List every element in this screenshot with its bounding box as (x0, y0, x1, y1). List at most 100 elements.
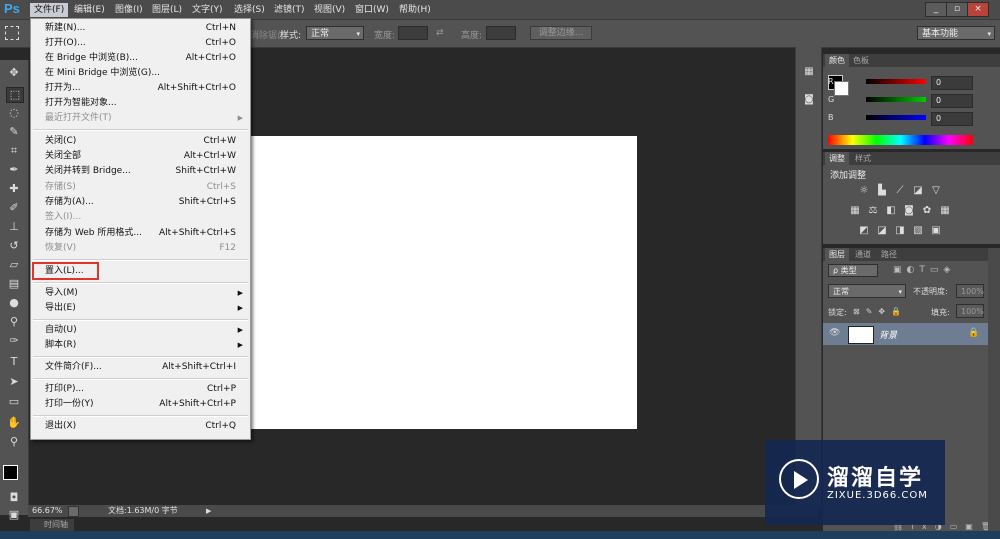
gradient-tool-icon[interactable]: ▤ (6, 277, 22, 291)
menu-import[interactable]: 导入(M) ▶ (31, 286, 250, 301)
blend-mode-select[interactable]: 正常 ▾ (828, 284, 906, 298)
eyedropper-tool-icon[interactable]: ✒ (6, 163, 22, 177)
height-field[interactable] (486, 26, 516, 40)
brightness-icon[interactable]: ☼ (858, 185, 870, 196)
menu-close-go-bridge[interactable]: 关闭并转到 Bridge... Shift+Ctrl+W (31, 164, 250, 179)
shape-tool-icon[interactable]: ▭ (6, 395, 22, 409)
menu-close-all[interactable]: 关闭全部 Alt+Ctrl+W (31, 149, 250, 164)
style-select[interactable]: 正常 ▾ (306, 26, 364, 40)
menu-help[interactable]: 帮助(H) (395, 3, 435, 17)
brush-tool-icon[interactable]: ✐ (6, 201, 22, 215)
menu-browse-bridge[interactable]: 在 Bridge 中浏览(B)... Alt+Ctrl+O (31, 51, 250, 66)
tab-paths[interactable]: 路径 (877, 248, 901, 261)
menu-new[interactable]: 新建(N)... Ctrl+N (31, 21, 250, 36)
menu-window[interactable]: 窗口(W) (351, 3, 393, 17)
menu-type[interactable]: 文字(Y) (188, 3, 227, 17)
crop-tool-icon[interactable]: ⌗ (6, 144, 22, 158)
hand-tool-icon[interactable]: ✋ (6, 416, 22, 430)
menu-file-info[interactable]: 文件简介(F)... Alt+Shift+Ctrl+I (31, 360, 250, 375)
menu-print[interactable]: 打印(P)... Ctrl+P (31, 382, 250, 397)
workspace-select[interactable]: 基本功能 ▾ (917, 26, 995, 40)
eraser-tool-icon[interactable]: ▱ (6, 258, 22, 272)
marquee-tool-icon[interactable]: ⬚ (6, 87, 24, 103)
channel-mixer-icon[interactable]: ✿ (921, 205, 933, 216)
layers-panel-scrollbar[interactable] (988, 248, 1000, 531)
dodge-tool-icon[interactable]: ⚲ (6, 315, 22, 329)
green-slider[interactable]: G 0 (828, 94, 988, 108)
status-options-icon[interactable] (68, 506, 79, 517)
move-tool-icon[interactable]: ✥ (6, 66, 22, 80)
fill-field[interactable]: 100% (956, 304, 984, 318)
zoom-level[interactable]: 66.67% (32, 505, 63, 517)
refine-edge-button[interactable]: 调整边缘... (530, 26, 592, 40)
menu-image[interactable]: 图像(I) (111, 3, 147, 17)
quick-mask-icon[interactable]: ◘ (6, 491, 22, 505)
marquee-preset-icon[interactable] (5, 26, 19, 40)
blur-tool-icon[interactable]: ● (6, 296, 22, 310)
screen-mode-icon[interactable]: ▣ (6, 508, 22, 522)
menu-exit[interactable]: 退出(X) Ctrl+Q (31, 419, 250, 434)
menu-check-in[interactable]: 签入(I)... (31, 210, 250, 225)
gradient-map-icon[interactable]: ▧ (912, 225, 924, 236)
tab-swatches[interactable]: 色板 (849, 54, 873, 67)
properties-panel-icon[interactable]: ◙ (802, 93, 816, 107)
swap-icon[interactable]: ⇄ (436, 28, 444, 38)
menu-layer[interactable]: 图层(L) (148, 3, 186, 17)
type-tool-icon[interactable]: T (6, 355, 22, 369)
healing-brush-tool-icon[interactable]: ✚ (6, 182, 22, 196)
layer-name[interactable]: 背景 (879, 328, 897, 341)
quick-select-tool-icon[interactable]: ✎ (6, 125, 22, 139)
blue-slider[interactable]: B 0 (828, 112, 988, 126)
menu-save-for-web[interactable]: 存储为 Web 所用格式... Alt+Shift+Ctrl+S (31, 226, 250, 241)
menu-open-as[interactable]: 打开为... Alt+Shift+Ctrl+O (31, 81, 250, 96)
layer-filter-select[interactable]: ρ 类型 (828, 264, 878, 277)
menu-print-one[interactable]: 打印一份(Y) Alt+Shift+Ctrl+P (31, 397, 250, 412)
menu-recent-files[interactable]: 最近打开文件(T) ▶ (31, 111, 250, 126)
selective-color-icon[interactable]: ▣ (930, 225, 942, 236)
menu-export[interactable]: 导出(E) ▶ (31, 301, 250, 316)
tab-layers[interactable]: 图层 (825, 248, 849, 261)
tab-adjustments[interactable]: 调整 (825, 152, 849, 165)
tab-styles[interactable]: 样式 (851, 152, 875, 165)
photo-filter-icon[interactable]: ◙ (903, 205, 915, 216)
red-slider[interactable]: R 0 (828, 76, 988, 90)
menu-revert[interactable]: 恢复(V) F12 (31, 241, 250, 256)
invert-icon[interactable]: ◩ (858, 225, 870, 236)
menu-close[interactable]: 关闭(C) Ctrl+W (31, 134, 250, 149)
menu-automate[interactable]: 自动(U) ▶ (31, 323, 250, 338)
menu-edit[interactable]: 编辑(E) (70, 3, 109, 17)
black-white-icon[interactable]: ◧ (885, 205, 897, 216)
foreground-color-swatch[interactable] (3, 465, 18, 480)
lock-icons[interactable]: ⊠✎✥🔒 (853, 307, 907, 316)
zoom-tool-icon[interactable]: ⚲ (6, 435, 22, 449)
opacity-field[interactable]: 100% (956, 284, 984, 298)
menu-save-as[interactable]: 存储为(A)... Shift+Ctrl+S (31, 195, 250, 210)
vibrance-icon[interactable]: ▽ (930, 185, 942, 196)
restore-button[interactable]: ▫ (946, 2, 968, 17)
color-balance-icon[interactable]: ⚖ (867, 205, 879, 216)
color-lookup-icon[interactable]: ▦ (939, 205, 951, 216)
history-panel-icon[interactable]: ▦ (802, 65, 816, 79)
document-canvas[interactable] (248, 136, 637, 429)
tab-channels[interactable]: 通道 (851, 248, 875, 261)
history-brush-tool-icon[interactable]: ↺ (6, 239, 22, 253)
color-spectrum-ramp[interactable] (828, 135, 973, 145)
clone-stamp-tool-icon[interactable]: ⊥ (6, 220, 22, 234)
timeline-tab[interactable]: 时间轴 (30, 519, 74, 531)
status-menu-arrow-icon[interactable]: ▶ (206, 507, 211, 515)
menu-file[interactable]: 文件(F) (30, 3, 69, 17)
levels-icon[interactable]: ▙ (876, 185, 888, 196)
layer-filter-icons[interactable]: ▣◐T▭◈ (893, 265, 955, 275)
hue-icon[interactable]: ▦ (849, 205, 861, 216)
close-button[interactable]: × (967, 2, 989, 17)
menu-open[interactable]: 打开(O)... Ctrl+O (31, 36, 250, 51)
menu-filter[interactable]: 滤镜(T) (270, 3, 309, 17)
threshold-icon[interactable]: ◨ (894, 225, 906, 236)
menu-view[interactable]: 视图(V) (310, 3, 349, 17)
menu-select[interactable]: 选择(S) (230, 3, 269, 17)
path-selection-tool-icon[interactable]: ➤ (6, 375, 22, 389)
curves-icon[interactable]: ⟋ (894, 185, 906, 196)
menu-open-smart-object[interactable]: 打开为智能对象... (31, 96, 250, 111)
lasso-tool-icon[interactable]: ◌ (6, 106, 22, 120)
visibility-eye-icon[interactable]: 👁 (829, 328, 840, 338)
